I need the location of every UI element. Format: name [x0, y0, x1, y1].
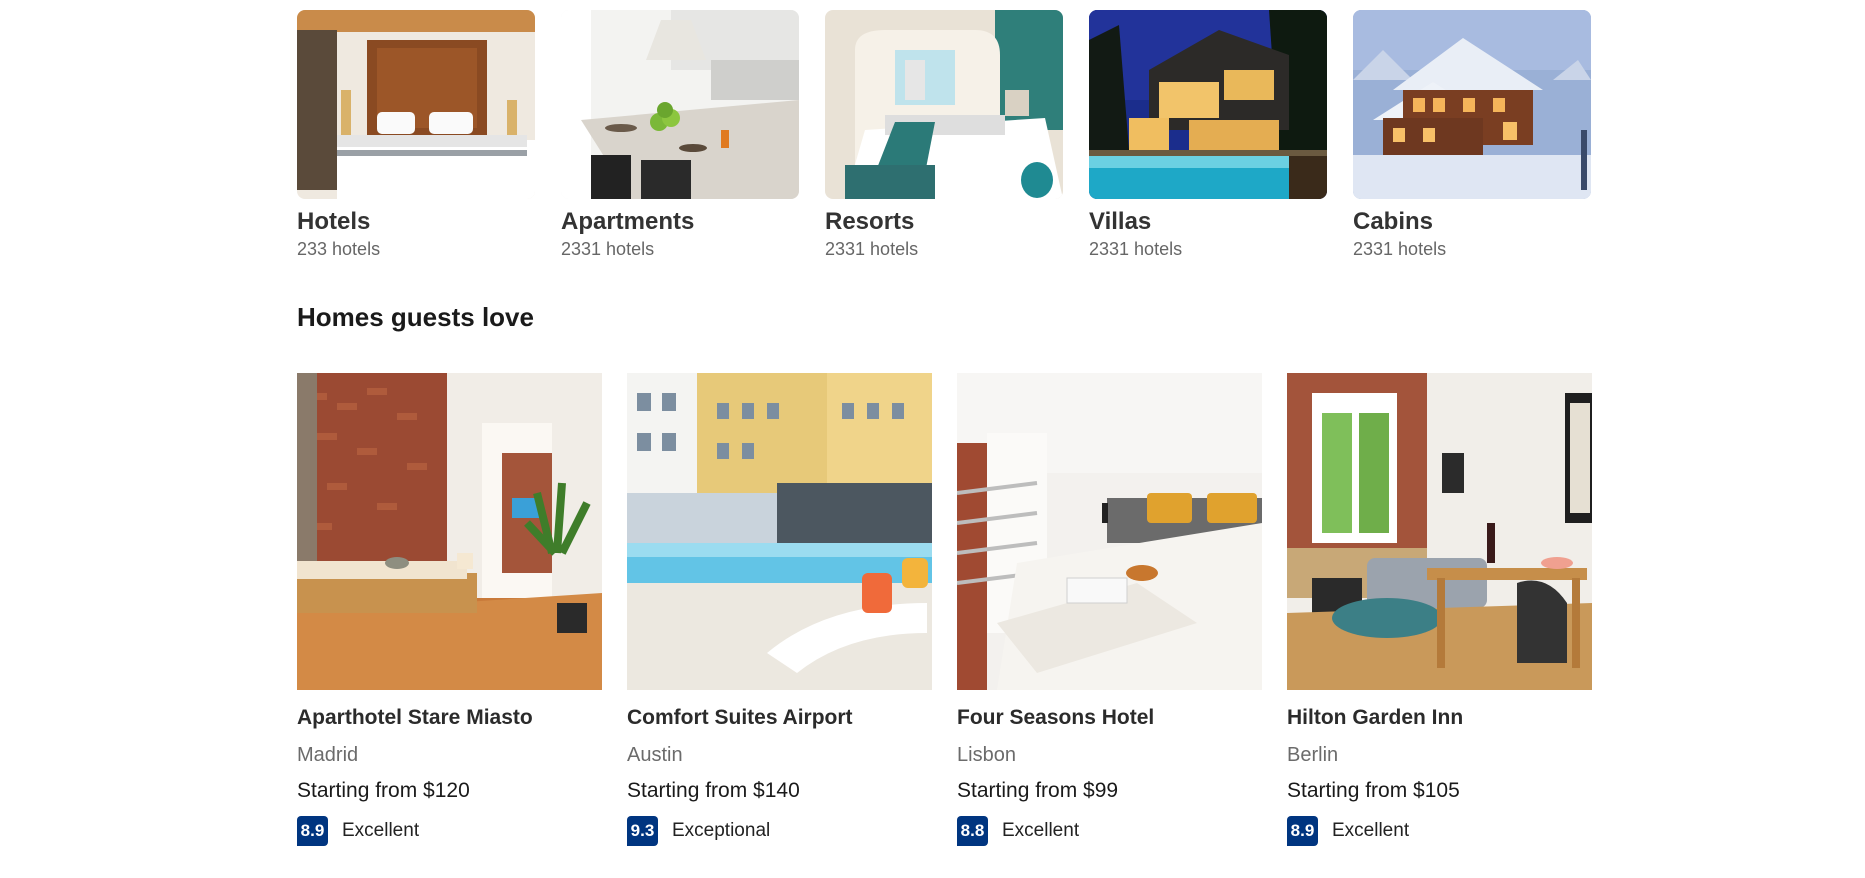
home-rating: 9.3 Exceptional: [627, 816, 932, 846]
property-type-name: Villas: [1089, 208, 1152, 235]
home-rating: 8.9 Excellent: [297, 816, 602, 846]
rating-label: Excellent: [1002, 820, 1080, 841]
home-photo: [957, 373, 1262, 690]
homes-section-title: Homes guests love: [297, 302, 534, 332]
property-type-cabins[interactable]: Cabins 2331 hotels: [1353, 10, 1591, 260]
home-card[interactable]: Hilton Garden Inn Berlin Starting from $…: [1287, 373, 1592, 846]
property-type-name: Apartments: [561, 208, 695, 235]
page-content: Hotels 233 hotels Apartments 2331 hotels…: [297, 10, 1592, 846]
home-name: Aparthotel Stare Miasto: [297, 706, 533, 729]
score-badge: 8.9: [297, 816, 328, 846]
home-price: Starting from $105: [1287, 779, 1460, 802]
score-badge: 8.8: [957, 816, 988, 846]
home-city: Madrid: [297, 744, 359, 766]
home-name: Four Seasons Hotel: [957, 706, 1155, 729]
home-name: Comfort Suites Airport: [627, 706, 853, 729]
home-card[interactable]: Comfort Suites Airport Austin Starting f…: [627, 373, 932, 846]
home-city: Berlin: [1287, 744, 1339, 766]
hotel-bedroom-image: [297, 10, 535, 199]
rating-label: Excellent: [1332, 820, 1410, 841]
property-type-count: 233 hotels: [297, 239, 381, 259]
home-rating: 8.9 Excellent: [1287, 816, 1592, 846]
home-card[interactable]: Aparthotel Stare Miasto Madrid Starting …: [297, 373, 602, 846]
home-name: Hilton Garden Inn: [1287, 706, 1464, 729]
property-type-name: Cabins: [1353, 208, 1434, 235]
home-photo: [627, 373, 932, 690]
home-price: Starting from $99: [957, 779, 1119, 802]
apartment-kitchen-image: [561, 10, 799, 199]
resort-room-image: [825, 10, 1063, 199]
property-type-apartments[interactable]: Apartments 2331 hotels: [561, 10, 799, 260]
property-type-villas[interactable]: Villas 2331 hotels: [1089, 10, 1327, 260]
property-type-resorts[interactable]: Resorts 2331 hotels: [825, 10, 1063, 260]
homes-row: Aparthotel Stare Miasto Madrid Starting …: [297, 373, 1592, 846]
property-type-count: 2331 hotels: [1353, 239, 1447, 259]
property-type-count: 2331 hotels: [1089, 239, 1183, 259]
rating-label: Exceptional: [672, 820, 771, 841]
property-type-name: Resorts: [825, 208, 915, 235]
home-photo: [1287, 373, 1592, 690]
villa-pool-night-image: [1089, 10, 1327, 199]
property-type-count: 2331 hotels: [825, 239, 919, 259]
rating-label: Excellent: [342, 820, 420, 841]
home-city: Austin: [627, 744, 683, 766]
property-type-name: Hotels: [297, 208, 371, 235]
home-card[interactable]: Four Seasons Hotel Lisbon Starting from …: [957, 373, 1262, 846]
home-price: Starting from $120: [297, 779, 470, 802]
home-rating: 8.8 Excellent: [957, 816, 1262, 846]
home-photo: [297, 373, 602, 690]
score-badge: 8.9: [1287, 816, 1318, 846]
property-type-count: 2331 hotels: [561, 239, 655, 259]
home-city: Lisbon: [957, 744, 1016, 766]
property-types-row: Hotels 233 hotels Apartments 2331 hotels…: [297, 10, 1592, 260]
property-type-hotels[interactable]: Hotels 233 hotels: [297, 10, 535, 260]
home-price: Starting from $140: [627, 779, 800, 802]
score-badge: 9.3: [627, 816, 658, 846]
snowy-cabin-image: [1353, 10, 1591, 199]
